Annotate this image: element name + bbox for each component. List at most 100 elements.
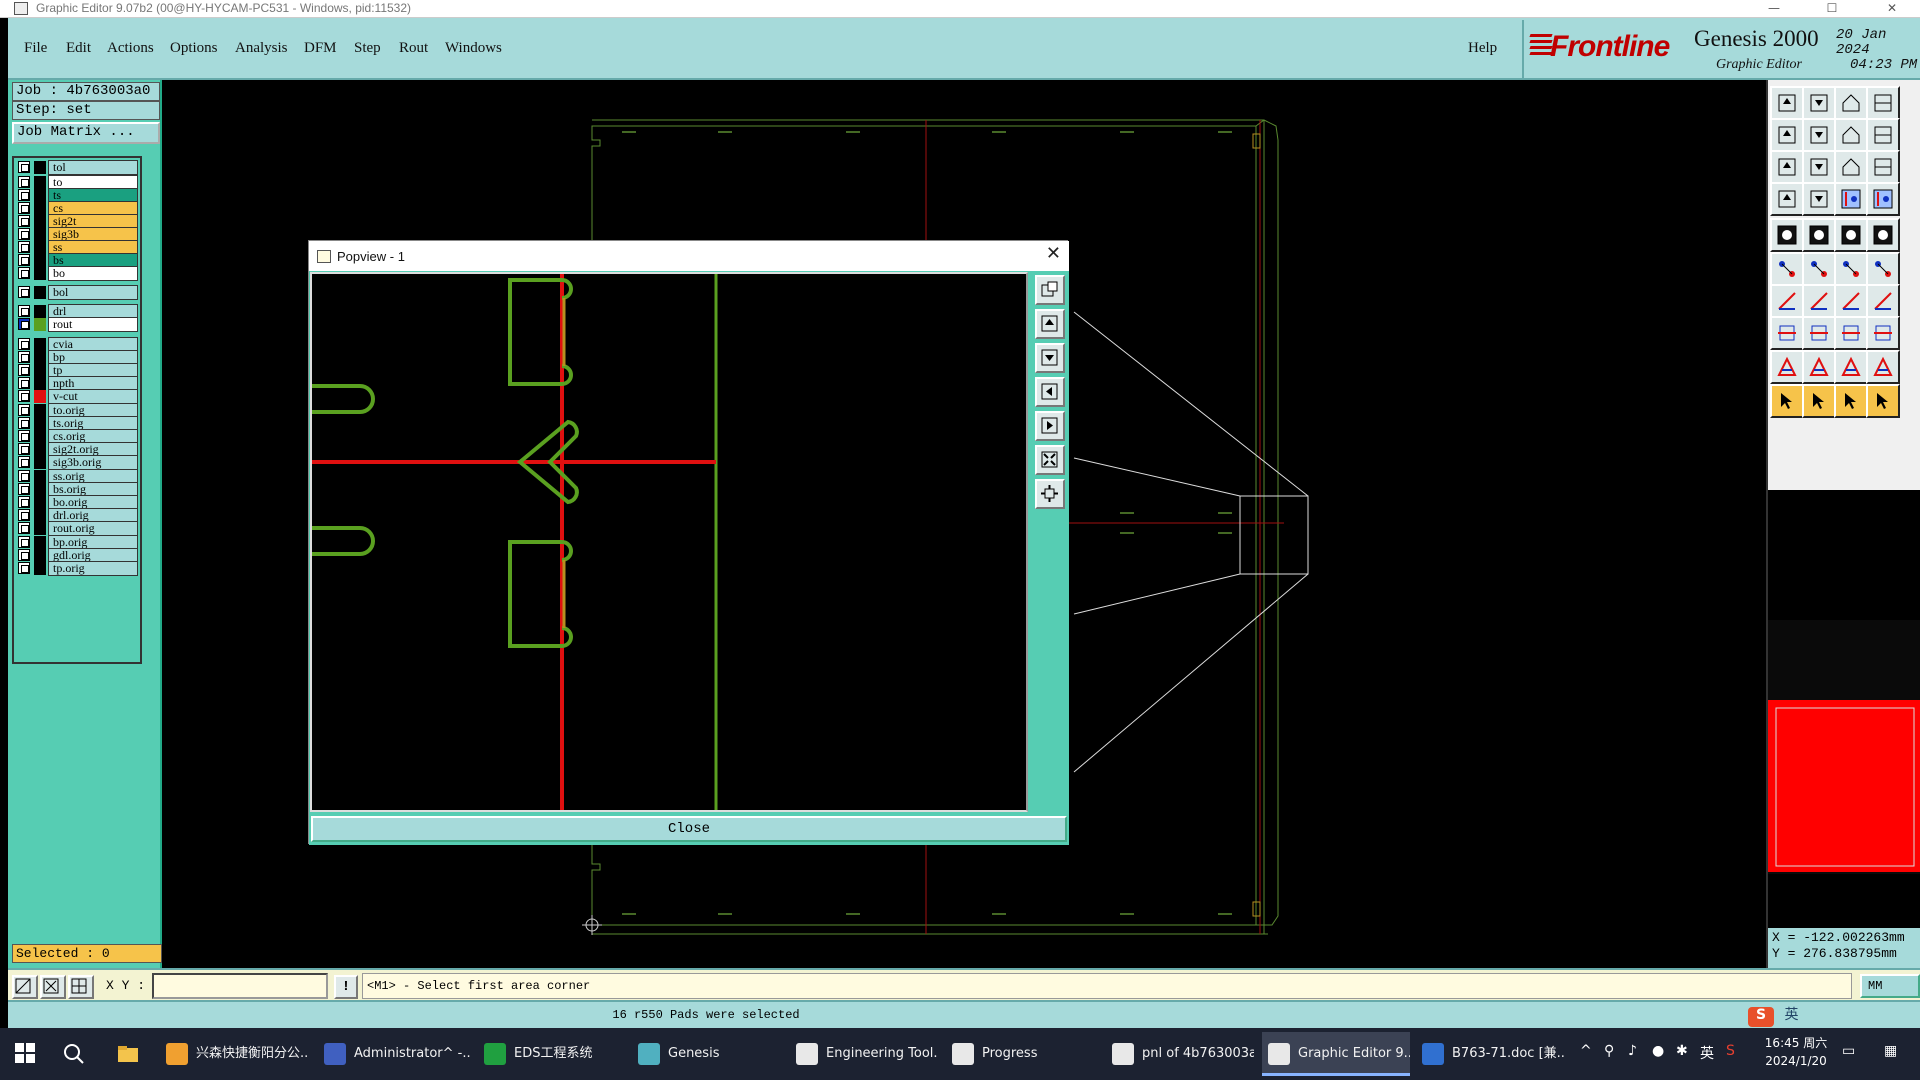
triangle-d-tool-button[interactable] — [1866, 350, 1900, 384]
split-line-tool-button[interactable] — [1802, 316, 1836, 350]
route-select-tool-button[interactable] — [1834, 182, 1868, 216]
popview-close-icon[interactable]: ✕ — [1046, 243, 1061, 264]
select-nets-tool-button[interactable] — [1770, 252, 1804, 286]
ime-tray-label[interactable]: 英 — [1700, 1043, 1714, 1063]
network-icon[interactable]: ⚲ — [1604, 1043, 1614, 1059]
app-tray-icon[interactable]: ● — [1652, 1043, 1664, 1059]
layer-row-bol[interactable]: bol — [16, 285, 138, 300]
cross-tool-button[interactable] — [1802, 252, 1836, 286]
notification-icon[interactable]: ▭ — [1842, 1043, 1855, 1059]
layer-name[interactable]: bol — [48, 285, 138, 300]
taskbar-item[interactable]: EDS工程系统 — [478, 1032, 624, 1076]
file-explorer-icon[interactable] — [116, 1042, 140, 1066]
layer-row-rout[interactable]: rout — [16, 317, 138, 333]
pointer-d-tool-button[interactable] — [1866, 384, 1900, 418]
layer-checkbox[interactable] — [18, 496, 30, 508]
layer-checkbox[interactable] — [18, 202, 30, 214]
minimize-button[interactable]: — — [1752, 0, 1796, 18]
layer-checkbox[interactable] — [18, 254, 30, 266]
layer-checkbox[interactable] — [18, 403, 30, 416]
popview-pan-left-button[interactable] — [1035, 377, 1065, 407]
resize-tool-button[interactable] — [1834, 316, 1868, 350]
close-button[interactable]: ✕ — [1870, 0, 1914, 18]
menu-step[interactable]: Step — [354, 40, 381, 57]
layer-checkbox[interactable] — [18, 535, 30, 548]
line-draw-tool-button[interactable] — [1770, 284, 1804, 318]
layer-row-tp-orig[interactable]: tp.orig — [16, 561, 138, 576]
menu-windows[interactable]: Windows — [445, 40, 502, 57]
layer-checkbox[interactable] — [18, 430, 30, 442]
taskbar-item[interactable]: Genesis — [632, 1032, 782, 1076]
layer-checkbox[interactable] — [18, 228, 30, 240]
popview-zoom-area-button[interactable] — [1035, 275, 1065, 305]
taskbar-item[interactable]: pnl of 4b763003a0 — [1106, 1032, 1254, 1076]
home-tool-button[interactable] — [1834, 86, 1868, 120]
layer-checkbox[interactable] — [18, 161, 30, 173]
popview-canvas[interactable] — [310, 272, 1028, 812]
confirm-button[interactable]: ! — [334, 975, 358, 999]
add-line-tool-button[interactable] — [1834, 252, 1868, 286]
menu-help[interactable]: Help — [1468, 40, 1497, 57]
route-edit-tool-button[interactable] — [1866, 182, 1900, 216]
layer-checkbox[interactable] — [18, 241, 30, 253]
layer-checkbox[interactable] — [18, 469, 30, 482]
maximize-button[interactable]: ☐ — [1810, 0, 1854, 18]
menu-dfm[interactable]: DFM — [304, 40, 337, 57]
layer-checkbox[interactable] — [18, 562, 30, 574]
zoom-center-tool-button[interactable] — [1802, 150, 1836, 184]
move-right-tool-button[interactable] — [1802, 118, 1836, 152]
layer-checkbox[interactable] — [18, 318, 30, 331]
triangle-b-tool-button[interactable] — [1802, 350, 1836, 384]
layer-checkbox[interactable] — [18, 305, 30, 318]
layer-checkbox[interactable] — [18, 364, 30, 376]
ime-toolbar[interactable]: S 英 — [1748, 1004, 1920, 1027]
ruler-tool-button[interactable] — [1834, 218, 1868, 252]
taskbar-item[interactable]: Progress — [946, 1032, 1096, 1076]
layer-checkbox[interactable] — [18, 443, 30, 456]
popview-close-button[interactable]: Close — [311, 816, 1067, 842]
layer-checkbox[interactable] — [18, 482, 30, 495]
layer-name[interactable]: rout — [48, 317, 138, 333]
menu-analysis[interactable]: Analysis — [235, 40, 288, 57]
taskbar-item[interactable]: B763-71.doc [兼... — [1416, 1032, 1564, 1076]
components-tool-button[interactable] — [1866, 316, 1900, 350]
pointer-b-tool-button[interactable] — [1802, 384, 1836, 418]
layer-checkbox[interactable] — [18, 456, 30, 469]
pointer-c-tool-button[interactable] — [1834, 384, 1868, 418]
grid-button[interactable] — [68, 975, 94, 999]
menu-file[interactable]: File — [24, 40, 47, 57]
popview-pan-down-button[interactable] — [1035, 343, 1065, 373]
pointer-a-tool-button[interactable] — [1770, 384, 1804, 418]
layer-checkbox[interactable] — [18, 390, 30, 403]
layer-checkbox[interactable] — [18, 350, 30, 363]
arc-tool-button[interactable] — [1834, 284, 1868, 318]
layer-checkbox[interactable] — [18, 522, 30, 535]
layer-checkbox[interactable] — [18, 215, 30, 227]
taskbar-item[interactable]: Graphic Editor 9.... — [1262, 1032, 1410, 1076]
layer-checkbox[interactable] — [18, 176, 30, 188]
snap-left-tool-button[interactable] — [1834, 118, 1868, 152]
dot-tool-button[interactable] — [1866, 218, 1900, 252]
measure-tool-button[interactable] — [1770, 182, 1804, 216]
popview-pan-up-button[interactable] — [1035, 309, 1065, 339]
popview-pan-right-button[interactable] — [1035, 411, 1065, 441]
layer-checkbox[interactable] — [18, 189, 30, 201]
taskbar-clock[interactable]: 16:45 周六 2024/1/20 — [1756, 1034, 1836, 1070]
volume-icon[interactable]: ♪ — [1628, 1043, 1637, 1059]
layer-row-bo[interactable]: bo — [16, 266, 138, 281]
overview-map[interactable] — [1768, 620, 1920, 874]
units-button[interactable]: MM — [1860, 974, 1920, 998]
layer-row-tol[interactable]: tol — [16, 160, 138, 175]
menu-rout[interactable]: Rout — [399, 40, 428, 57]
layer-checkbox[interactable] — [18, 509, 30, 522]
xy-input[interactable] — [152, 973, 328, 999]
windows-start-icon[interactable] — [14, 1042, 38, 1066]
zoom-fit-tool-button[interactable] — [1770, 150, 1804, 184]
layer-name[interactable]: tol — [48, 160, 138, 175]
taskbar-item[interactable]: Engineering Tool... — [790, 1032, 938, 1076]
snap-button[interactable] — [40, 975, 66, 999]
layer-checkbox[interactable] — [18, 337, 30, 350]
sogou-tray-icon[interactable]: S — [1726, 1043, 1735, 1059]
show-desktop-icon[interactable]: ▦ — [1884, 1043, 1897, 1059]
layer-checkbox[interactable] — [18, 267, 30, 279]
